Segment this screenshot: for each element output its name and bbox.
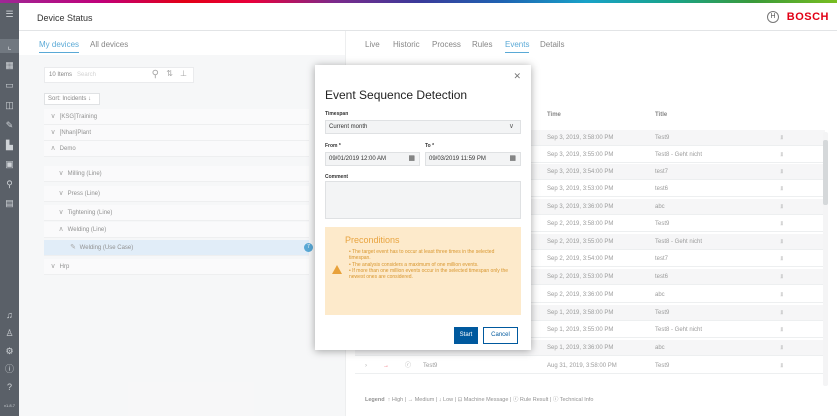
to-label: To * [425,143,435,149]
warning-icon [332,265,342,274]
preconditions-box: Preconditions • The target event has to … [325,227,521,315]
preconditions-title: Preconditions [345,235,400,245]
device-icon[interactable]: ▭ [0,78,19,92]
bell-icon[interactable]: ♫ [0,308,19,322]
page-header: Device Status H BOSCH [19,3,837,31]
timespan-value: Current month [329,124,368,130]
comment-textarea[interactable] [325,181,521,219]
info-icon[interactable]: ⓘ [0,362,19,376]
from-label: From * [325,143,341,149]
from-value: 09/01/2019 12:00 AM [329,156,387,162]
settings-icon[interactable]: ⚙ [0,344,19,358]
bosch-logo-icon: H [767,11,779,23]
comment-label: Comment [325,174,349,180]
timespan-select[interactable]: Current month ∨ [325,120,521,134]
chart-icon[interactable]: ⌞ [0,39,19,53]
precondition-item: • The target event has to occur at least… [349,249,495,262]
version-label: v1.8.7 [4,403,15,408]
dialog-title: Event Sequence Detection [325,88,468,102]
ticket-icon[interactable]: ◫ [0,98,19,112]
user-icon[interactable]: ♙ [0,326,19,340]
timespan-label: Timespan [325,111,349,117]
building-icon[interactable]: ▤ [0,196,19,210]
page-title: Device Status [37,13,93,23]
location-icon[interactable]: ⚲ [0,177,19,191]
from-date-field[interactable]: 09/01/2019 12:00 AM ▦ [325,152,420,166]
to-date-field[interactable]: 09/03/2019 11:59 PM ▦ [425,152,521,166]
monitor-icon[interactable]: ▣ [0,157,19,171]
calendar-icon[interactable]: ▦ [408,153,415,165]
preconditions-list: • The target event has to occur at least… [349,249,517,280]
chevron-down-icon: ∨ [508,123,514,130]
precondition-item: • If more than one million events occur … [349,267,509,281]
help-icon[interactable]: ? [0,380,19,394]
to-value: 09/03/2019 11:59 PM [429,156,486,162]
brand-logo: BOSCH [786,11,829,23]
menu-icon[interactable]: ☰ [0,7,19,21]
close-icon[interactable]: ✕ [513,71,521,82]
cancel-button[interactable]: Cancel [483,327,518,344]
start-button[interactable]: Start [454,327,478,344]
factory-icon[interactable]: ▙ [0,138,19,152]
tool-icon[interactable]: ✎ [0,118,19,132]
calendar-icon[interactable]: ▦ [509,153,516,165]
left-sidebar: ☰ ⌞ ▦ ▭ ◫ ✎ ▙ ▣ ⚲ ▤ ♫ ♙ ⚙ ⓘ ? v1.8.7 [0,3,19,416]
grid-icon[interactable]: ▦ [0,58,19,72]
event-sequence-dialog: ✕ Event Sequence Detection Timespan Curr… [315,65,531,350]
